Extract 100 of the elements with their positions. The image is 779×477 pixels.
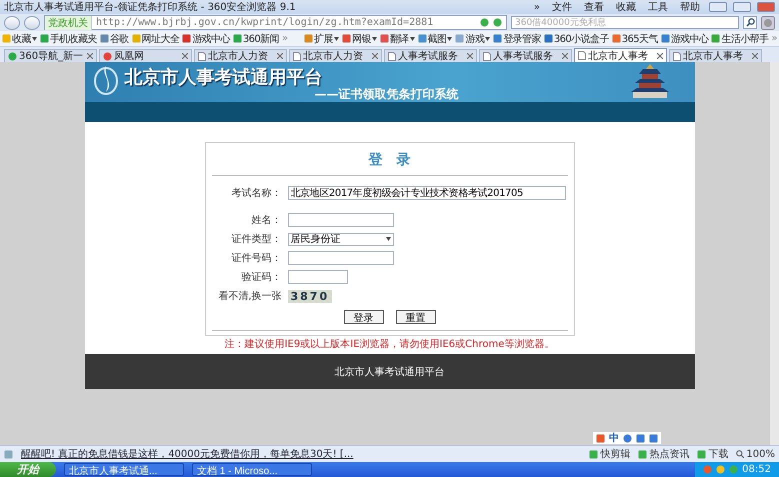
login-title: 登 录 <box>212 143 568 176</box>
bookmark-link[interactable]: 手机收藏夹 <box>40 32 97 46</box>
caret-icon <box>334 36 339 40</box>
url-text: http://www.bjrbj.gov.cn/kwprint/login/zg.htm?examId=2881 <box>96 17 434 28</box>
browser-notice: 注：建议使用IE9或以上版本IE浏览器，请勿使用IE6或Chrome等浏览器。 <box>224 338 554 351</box>
input-field[interactable]: 北京地区2017年度初级会计专业技术资格考试201705 <box>288 186 566 200</box>
close-icon[interactable] <box>277 53 283 59</box>
field-label: 姓名： <box>250 214 282 227</box>
status-icon <box>4 450 13 458</box>
bookmark-link[interactable]: 365天气 <box>612 32 658 46</box>
bookmark-link[interactable]: 网银 <box>342 32 377 46</box>
caret-icon <box>410 36 415 40</box>
bookmark-link[interactable]: 游戏中心 <box>182 32 230 46</box>
menu-item[interactable]: 文件 <box>549 0 575 14</box>
scrollbar[interactable] <box>769 62 779 445</box>
bookmark-icon <box>132 34 141 43</box>
bookmark-icon <box>232 34 242 43</box>
browser-tab[interactable]: 360导航_新一 <box>4 49 97 62</box>
browser-tab[interactable]: 北京市人力资 <box>194 49 287 62</box>
bookmark-icon <box>40 34 49 43</box>
input-field[interactable] <box>288 251 394 265</box>
bookmark-icon <box>100 34 109 43</box>
browser-tab[interactable]: 北京市人事考 <box>574 48 667 62</box>
ime-mode[interactable]: 中 <box>609 431 619 445</box>
browser-tab[interactable]: 北京市人力资 <box>289 49 382 62</box>
site-subtitle: ——证书领取凭条打印系统 <box>314 86 458 103</box>
bookmark-link[interactable]: 收藏 <box>2 32 37 46</box>
browser-tab[interactable]: 北京市人事考 <box>669 49 762 62</box>
caret-icon <box>485 36 490 40</box>
close-icon[interactable] <box>562 53 568 59</box>
bookmark-link[interactable]: 网址大全 <box>132 32 180 46</box>
bookmark-link[interactable]: 谷歌 <box>100 32 129 46</box>
bookmark-icon <box>304 34 314 43</box>
close-icon[interactable] <box>182 53 188 59</box>
menu-item[interactable]: 收藏 <box>613 0 639 14</box>
input-field[interactable] <box>288 270 348 284</box>
close-icon[interactable] <box>752 53 758 59</box>
status-button[interactable]: 快剪辑 <box>589 447 630 461</box>
bookmark-link[interactable]: 登录管家 <box>493 32 541 46</box>
input-field[interactable] <box>288 213 394 227</box>
zoom-level[interactable]: 100% <box>736 448 775 460</box>
bookmark-icon <box>418 34 427 43</box>
captcha-image[interactable]: 3870 <box>288 290 332 302</box>
field-label: 证件号码： <box>230 252 282 265</box>
bookmark-icon <box>2 34 11 43</box>
refresh-captcha-link[interactable]: 看不清,换一张 <box>212 289 282 303</box>
caret-icon <box>447 36 452 40</box>
tab-icon <box>103 52 112 60</box>
menu-item[interactable]: » <box>530 2 543 12</box>
browser-tab[interactable]: 人事考试服务 <box>384 49 477 62</box>
clock: 08:52 <box>742 464 771 475</box>
bookmark-link[interactable]: 生活小帮手 <box>711 32 768 46</box>
bookmark-link[interactable]: 游戏中心 <box>660 32 708 46</box>
bookmark-icon <box>493 34 502 43</box>
bookmark-link[interactable]: 截图 <box>418 32 452 46</box>
back-button[interactable] <box>4 16 20 30</box>
address-field[interactable]: 党政机关 http://www.bjrbj.gov.cn/kwprint/login/zg.htm?examId=2881 <box>44 15 507 30</box>
taskbar-button[interactable]: 文档 1 - Microso... <box>192 463 312 476</box>
menu-item[interactable]: 查看 <box>581 0 607 14</box>
reset-button[interactable]: 重置 <box>396 310 436 324</box>
search-button[interactable] <box>743 16 757 29</box>
bookmark-link[interactable]: 扩展 <box>304 32 339 46</box>
status-icon <box>589 450 598 458</box>
bookmark-icon <box>342 34 351 43</box>
id-type-select[interactable]: 居民身份证 <box>288 232 394 246</box>
bookmark-icon <box>660 34 670 43</box>
site-badge: 党政机关 <box>45 16 92 30</box>
bookmark-icon <box>711 34 720 43</box>
search-field[interactable]: 360借40000元免利息 <box>511 16 739 29</box>
status-icon <box>697 450 706 458</box>
news-ticker-link[interactable]: 醒醒吧! 真正的免息借钱是这样，40000元免费借你用，每单免息30天! [... <box>21 447 582 461</box>
tab-icon <box>8 52 17 60</box>
caret-icon <box>386 237 390 241</box>
forward-button[interactable] <box>24 16 40 30</box>
bookmark-link[interactable]: 翻译 <box>380 32 415 46</box>
window-title: 北京市人事考试通用平台-领证凭条打印系统 - 360安全浏览器 9.1 <box>4 0 297 14</box>
close-icon[interactable] <box>467 53 473 59</box>
page-icon <box>198 52 206 60</box>
page-icon <box>673 52 681 60</box>
status-button[interactable]: 热点资讯 <box>638 447 690 461</box>
search-icon <box>746 18 754 27</box>
menu-item[interactable]: 帮助 <box>677 0 703 14</box>
page-icon <box>293 52 301 60</box>
menu-item[interactable]: 工具 <box>645 0 671 14</box>
close-icon[interactable] <box>87 53 93 59</box>
browser-tab[interactable]: 人事考试服务 <box>479 49 572 62</box>
close-icon[interactable] <box>372 53 378 59</box>
bookmark-link[interactable]: 360新闻 <box>232 32 279 46</box>
close-icon[interactable] <box>657 52 663 58</box>
minimize-button[interactable] <box>709 2 727 12</box>
browser-tab[interactable]: 凤凰网 <box>99 49 192 62</box>
status-button[interactable]: 下载 <box>697 447 728 461</box>
login-button[interactable]: 登录 <box>344 310 384 324</box>
page-icon <box>578 51 586 60</box>
bookmark-link[interactable]: 游戏 <box>455 32 490 46</box>
caret-icon <box>32 36 37 40</box>
status-icon <box>638 450 648 458</box>
caret-icon <box>372 36 377 40</box>
page-icon <box>483 52 491 60</box>
bookmark-link[interactable]: 360小说盒子 <box>544 32 609 46</box>
